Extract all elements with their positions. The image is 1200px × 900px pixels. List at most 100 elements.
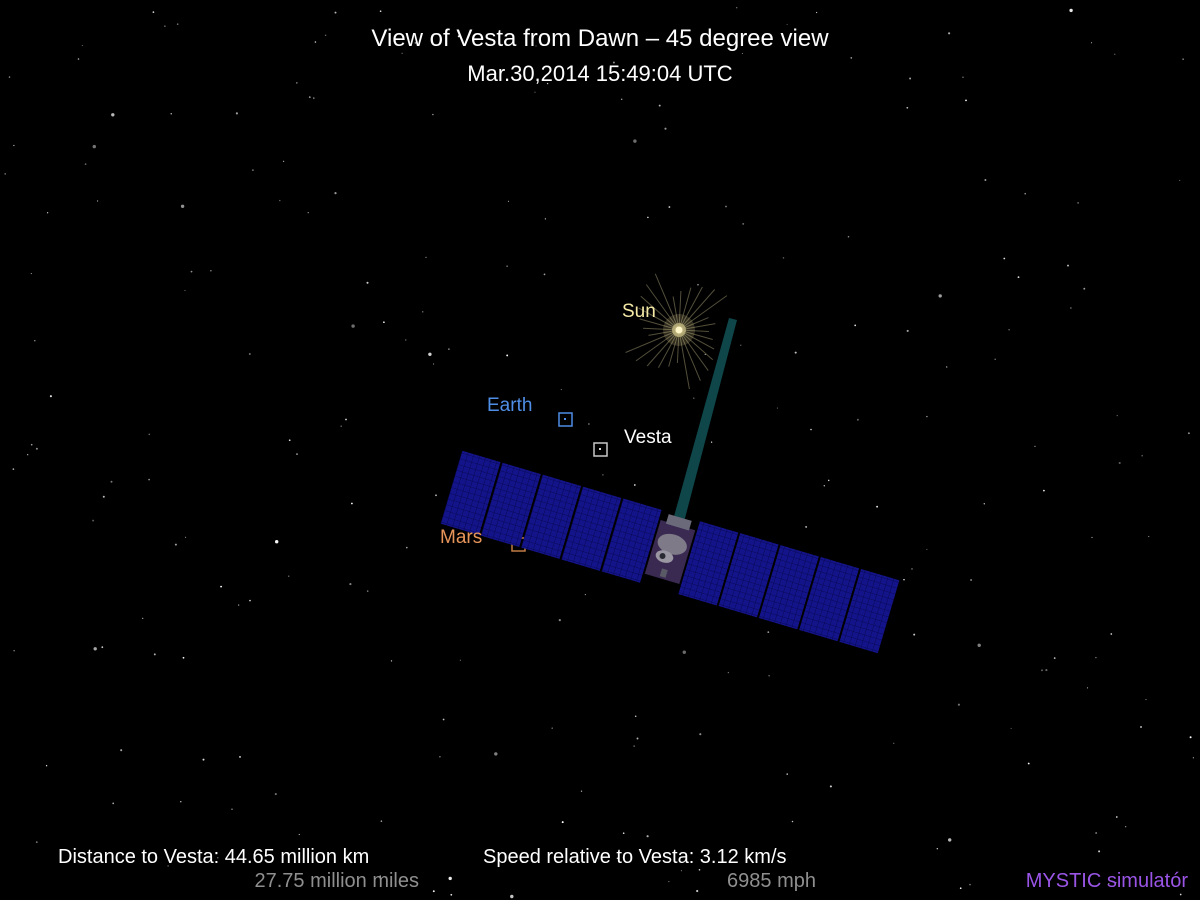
star: [239, 755, 241, 758]
star: [1008, 328, 1010, 331]
star: [1116, 414, 1118, 417]
star: [1115, 816, 1118, 818]
star: [435, 494, 437, 497]
star: [102, 495, 105, 498]
star: [791, 820, 794, 823]
right-solar-array: [678, 521, 900, 654]
star: [1148, 535, 1150, 538]
star: [823, 485, 826, 487]
star: [698, 869, 701, 871]
star: [308, 96, 311, 98]
star: [668, 206, 671, 208]
star: [34, 339, 36, 342]
star: [560, 389, 562, 391]
star: [1179, 893, 1182, 896]
star: [180, 204, 185, 208]
star: [893, 742, 895, 744]
distance-km-readout: Distance to Vesta: 44.65 million km: [58, 846, 370, 868]
star: [248, 353, 251, 355]
star: [296, 453, 298, 455]
star: [422, 311, 424, 313]
star: [794, 351, 797, 354]
star: [1034, 445, 1036, 447]
star: [827, 479, 830, 482]
star: [313, 97, 315, 99]
star: [4, 173, 6, 175]
star: [182, 656, 185, 659]
star: [561, 821, 564, 824]
star: [275, 540, 279, 544]
star: [210, 270, 212, 272]
left-solar-array: [440, 450, 662, 583]
star: [433, 363, 435, 365]
star: [279, 199, 281, 202]
star: [110, 480, 113, 483]
star: [176, 23, 179, 25]
star: [506, 354, 509, 357]
star: [636, 737, 639, 740]
star: [782, 257, 785, 259]
star: [231, 808, 233, 811]
star: [92, 144, 97, 149]
star: [425, 256, 427, 258]
star: [49, 395, 52, 398]
star: [235, 112, 238, 115]
star: [948, 838, 952, 842]
star: [786, 773, 788, 775]
star: [142, 617, 144, 619]
star: [622, 832, 625, 834]
page-title: View of Vesta from Dawn – 45 degree view: [371, 25, 829, 52]
star: [46, 212, 49, 214]
star: [1091, 536, 1093, 538]
star: [1043, 489, 1045, 492]
star: [1086, 687, 1089, 689]
star: [282, 160, 285, 162]
star: [1027, 762, 1030, 765]
star: [1010, 727, 1012, 729]
star: [815, 11, 818, 14]
star: [602, 474, 604, 476]
star: [238, 604, 240, 606]
star: [13, 650, 15, 652]
star: [307, 212, 309, 214]
star: [658, 104, 661, 107]
star: [957, 703, 960, 706]
star: [405, 546, 408, 549]
star: [448, 348, 450, 350]
sun-glare-icon: [625, 273, 728, 390]
star: [153, 653, 156, 656]
star: [507, 200, 510, 202]
space-scene: View of Vesta from Dawn – 45 degree view…: [0, 0, 1200, 900]
star: [459, 659, 461, 661]
star: [977, 643, 981, 647]
star: [1187, 432, 1190, 435]
star: [558, 619, 561, 622]
star: [13, 144, 15, 147]
star: [740, 344, 742, 346]
simulation-timestamp: Mar.30,2014 15:49:04 UTC: [467, 61, 733, 86]
star: [1017, 276, 1020, 279]
star: [379, 10, 382, 13]
star: [906, 106, 909, 109]
star: [776, 407, 778, 409]
sun-label: Sun: [622, 301, 656, 322]
distance-miles-readout: 27.75 million miles: [254, 870, 419, 892]
star: [1140, 726, 1142, 728]
speed-mph-readout: 6985 mph: [727, 870, 816, 892]
star: [184, 289, 186, 292]
star: [1141, 454, 1143, 457]
star: [805, 526, 807, 528]
background-stars: [4, 6, 1194, 899]
star: [697, 283, 699, 286]
star: [12, 468, 15, 470]
star: [699, 733, 702, 736]
star: [682, 650, 686, 654]
star: [938, 294, 942, 298]
speed-kms-readout: Speed relative to Vesta: 3.12 km/s: [483, 846, 787, 868]
star: [180, 801, 182, 803]
star: [249, 599, 251, 602]
star: [334, 192, 337, 195]
star: [965, 99, 967, 102]
star: [152, 11, 155, 13]
star: [380, 820, 383, 822]
